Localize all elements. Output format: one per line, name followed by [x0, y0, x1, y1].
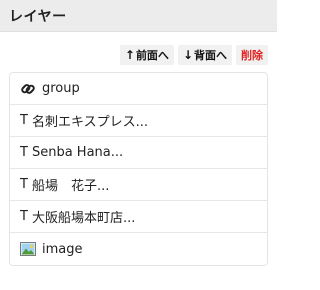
layer-label: group — [42, 81, 80, 96]
layer-item-text[interactable]: T 船場 花子... — [10, 169, 267, 201]
layer-label: Senba Hana... — [31, 145, 124, 160]
layer-list: group T 名刺エキスプレス... T Senba Hana... T 船場… — [9, 72, 268, 266]
layer-toolbar: ↑ 前面へ ↓ 背面へ 削除 — [119, 45, 268, 65]
bring-forward-label: 前面へ — [135, 49, 169, 62]
text-type-icon: T — [20, 145, 28, 160]
arrow-down-icon: ↓ — [182, 48, 193, 62]
send-backward-button[interactable]: ↓ 背面へ — [177, 45, 232, 65]
text-type-icon: T — [20, 113, 28, 128]
image-icon — [20, 241, 36, 257]
layer-panel: レイヤー ↑ 前面へ ↓ 背面へ 削除 group T 名刺エキスプレス... … — [0, 0, 277, 290]
send-backward-label: 背面へ — [194, 49, 227, 62]
delete-button[interactable]: 削除 — [236, 45, 268, 65]
layer-item-text[interactable]: T 名刺エキスプレス... — [10, 105, 267, 137]
layer-label: image — [42, 241, 83, 257]
bring-forward-button[interactable]: ↑ 前面へ — [119, 45, 174, 65]
layer-label: 大阪船場本町店... — [31, 211, 136, 226]
layer-item-group[interactable]: group — [10, 73, 267, 105]
layer-item-text[interactable]: T 大阪船場本町店... — [10, 201, 267, 233]
link-icon — [20, 81, 36, 97]
layer-label: 名刺エキスプレス... — [31, 115, 148, 130]
layer-item-text[interactable]: T Senba Hana... — [10, 137, 267, 169]
text-type-icon: T — [20, 209, 28, 224]
layer-item-image[interactable]: image — [10, 233, 267, 265]
text-type-icon: T — [20, 177, 28, 192]
layer-label: 船場 花子... — [31, 179, 110, 194]
panel-header: レイヤー — [0, 0, 277, 32]
arrow-up-icon: ↑ — [124, 48, 135, 62]
panel-title: レイヤー — [9, 8, 67, 25]
